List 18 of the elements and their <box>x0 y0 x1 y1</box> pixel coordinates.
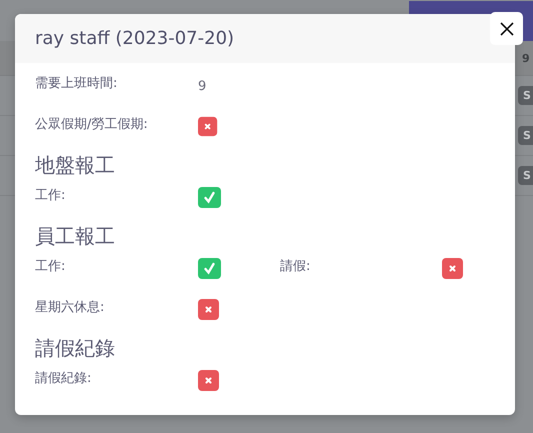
close-button[interactable] <box>490 12 523 45</box>
status-tag: S <box>518 166 533 185</box>
section-heading: 地盤報工 <box>35 152 116 179</box>
close-icon <box>500 22 514 36</box>
field-label: 工作: <box>35 258 66 275</box>
status-tag: S <box>518 126 533 145</box>
field-label: 請假: <box>280 258 312 275</box>
field-label: 請假紀錄: <box>35 370 92 387</box>
field-label: 工作: <box>35 187 66 204</box>
section-heading: 請假紀錄 <box>35 335 116 362</box>
field-label: 星期六休息: <box>35 299 106 316</box>
field-label: 需要上班時間: <box>35 75 118 92</box>
column-header: 9 <box>522 52 531 64</box>
section-heading: 員工報工 <box>35 223 116 250</box>
field-label: 公眾假期/勞工假期: <box>35 116 149 133</box>
status-tag: S <box>518 86 533 105</box>
dialog-title: ray staff (2023-07-20) <box>35 28 234 49</box>
field-value: 9 <box>198 79 206 94</box>
